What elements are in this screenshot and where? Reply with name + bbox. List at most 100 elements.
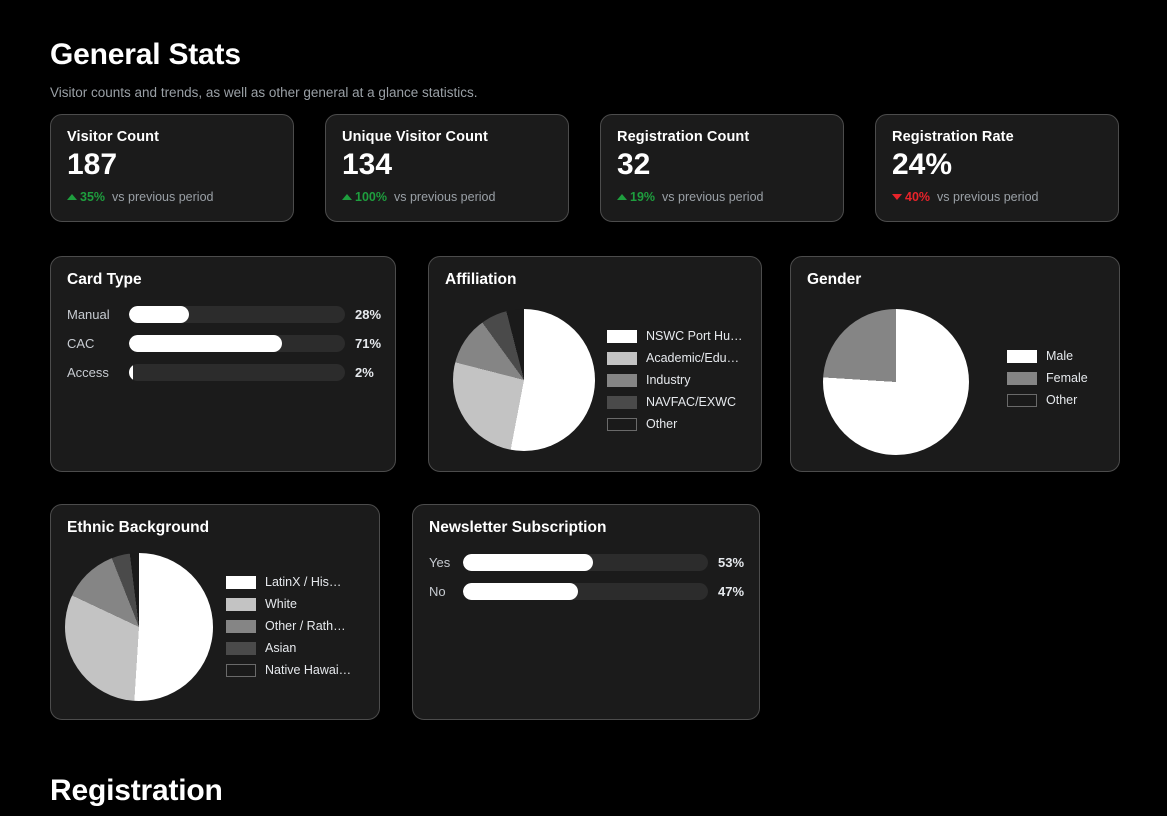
page-subtitle: Visitor counts and trends, as well as ot… bbox=[50, 85, 478, 100]
stat-card-registration-rate[interactable]: Registration Rate 24% 40% vs previous pe… bbox=[875, 114, 1119, 222]
stat-label: Registration Count bbox=[617, 129, 750, 145]
bar-fill bbox=[463, 582, 579, 600]
panel-ethnic-background: Ethnic Background LatinX / His… White Othe… bbox=[50, 504, 380, 720]
bar-value-label: 71% bbox=[355, 335, 382, 351]
legend-label: NSWC Port Hu… bbox=[646, 329, 743, 343]
stat-delta-note: vs previous period bbox=[937, 189, 1039, 204]
legend-swatch-icon bbox=[607, 395, 637, 409]
panel-title: Ethnic Background bbox=[67, 519, 210, 536]
legend-swatch-icon bbox=[1007, 371, 1037, 385]
page-title: General Stats bbox=[50, 38, 241, 71]
legend-label: Academic/Edu… bbox=[646, 351, 740, 365]
bar-fill bbox=[129, 363, 134, 381]
trend-up-icon bbox=[67, 193, 77, 200]
bar-row: Access 2% bbox=[67, 363, 393, 381]
panel-affiliation: Affiliation NSWC Port Hu… Academic/Edu… In… bbox=[428, 256, 762, 472]
bar-value-label: 47% bbox=[718, 583, 745, 599]
panel-title: Newsletter Subscription bbox=[429, 519, 607, 536]
bar-label: Access bbox=[67, 364, 109, 380]
stat-delta: 40% vs previous period bbox=[892, 190, 1102, 204]
stat-delta-percent: 100% bbox=[355, 189, 387, 204]
bar-track bbox=[463, 582, 708, 600]
trend-up-icon bbox=[342, 193, 352, 200]
stat-delta-note: vs previous period bbox=[662, 189, 764, 204]
legend-label: Male bbox=[1046, 349, 1074, 363]
legend-label: Other / Rath… bbox=[265, 619, 346, 633]
panel-card-type: Card Type Manual 28% CAC 71% Access 2% bbox=[50, 256, 396, 472]
legend-label: Industry bbox=[646, 373, 691, 387]
bar-label: No bbox=[429, 583, 446, 599]
legend-swatch-icon bbox=[226, 597, 256, 611]
trend-up-icon bbox=[617, 193, 627, 200]
panel-title: Affiliation bbox=[445, 271, 517, 288]
affiliation-legend: NSWC Port Hu… Academic/Edu… Industry NAVFAC… bbox=[607, 329, 743, 439]
stat-delta: 100% vs previous period bbox=[342, 190, 552, 204]
bar-row: Manual 28% bbox=[67, 305, 393, 323]
legend-item: Male bbox=[1007, 349, 1088, 363]
panel-newsletter-subscription: Newsletter Subscription Yes 53% No 47% bbox=[412, 504, 760, 720]
legend-item: Female bbox=[1007, 371, 1088, 385]
legend-item: Other / Rath… bbox=[226, 619, 351, 633]
legend-item: Native Hawai… bbox=[226, 663, 351, 677]
bar-row: CAC 71% bbox=[67, 334, 393, 352]
dashboard-page: General Stats Visitor counts and trends,… bbox=[0, 0, 1167, 816]
bar-track bbox=[129, 334, 345, 352]
legend-swatch-icon bbox=[1007, 393, 1037, 407]
stat-delta-percent: 40% bbox=[905, 189, 931, 204]
bar-track bbox=[129, 305, 345, 323]
bar-fill bbox=[129, 305, 190, 323]
legend-swatch-icon bbox=[607, 351, 637, 365]
stat-delta-note: vs previous period bbox=[112, 189, 214, 204]
legend-item: White bbox=[226, 597, 351, 611]
newsletter-bar-list: Yes 53% No 47% bbox=[429, 553, 756, 611]
panel-gender: Gender Male Female Other bbox=[790, 256, 1120, 472]
stat-card-visitor-count[interactable]: Visitor Count 187 35% vs previous period bbox=[50, 114, 294, 222]
stat-delta: 35% vs previous period bbox=[67, 190, 277, 204]
bar-row: No 47% bbox=[429, 582, 756, 600]
legend-item: Industry bbox=[607, 373, 743, 387]
legend-item: Other bbox=[1007, 393, 1088, 407]
legend-label: Other bbox=[1046, 393, 1078, 407]
registration-section-title: Registration bbox=[50, 774, 223, 807]
ethnic-background-pie-chart bbox=[65, 553, 213, 701]
legend-item: LatinX / His… bbox=[226, 575, 351, 589]
legend-label: Female bbox=[1046, 371, 1088, 385]
bar-fill bbox=[463, 553, 593, 571]
legend-item: Other bbox=[607, 417, 743, 431]
affiliation-pie-chart bbox=[453, 309, 595, 451]
legend-swatch-icon bbox=[226, 619, 256, 633]
gender-pie-chart bbox=[823, 309, 969, 455]
legend-label: Other bbox=[646, 417, 678, 431]
stat-value: 32 bbox=[617, 148, 651, 181]
bar-value-label: 28% bbox=[355, 306, 382, 322]
bar-fill bbox=[129, 334, 283, 352]
legend-swatch-icon bbox=[226, 575, 256, 589]
legend-item: Asian bbox=[226, 641, 351, 655]
stat-delta-note: vs previous period bbox=[393, 189, 496, 204]
stat-label: Registration Rate bbox=[892, 129, 1014, 145]
gender-legend: Male Female Other bbox=[1007, 349, 1088, 415]
legend-label: Native Hawai… bbox=[265, 663, 352, 677]
legend-swatch-icon bbox=[607, 417, 637, 431]
panel-title: Card Type bbox=[67, 271, 142, 288]
bar-label: Manual bbox=[67, 306, 110, 322]
bar-value-label: 2% bbox=[355, 364, 374, 380]
legend-label: NAVFAC/EXWC bbox=[646, 395, 737, 409]
legend-swatch-icon bbox=[607, 373, 637, 387]
stat-card-registration-count[interactable]: Registration Count 32 19% vs previous pe… bbox=[600, 114, 844, 222]
stat-label: Unique Visitor Count bbox=[342, 129, 488, 145]
legend-swatch-icon bbox=[226, 663, 256, 677]
legend-label: Asian bbox=[265, 641, 297, 655]
legend-item: NAVFAC/EXWC bbox=[607, 395, 743, 409]
card-type-bar-list: Manual 28% CAC 71% Access 2% bbox=[67, 305, 393, 392]
trend-down-icon bbox=[892, 193, 902, 200]
bar-value-label: 53% bbox=[718, 554, 745, 570]
stat-value: 187 bbox=[67, 148, 118, 181]
legend-label: White bbox=[265, 597, 297, 611]
stat-delta: 19% vs previous period bbox=[617, 190, 827, 204]
bar-track bbox=[463, 553, 708, 571]
stat-card-unique-visitor-count[interactable]: Unique Visitor Count 134 100% vs previou… bbox=[325, 114, 569, 222]
stat-label: Visitor Count bbox=[67, 129, 160, 145]
bar-row: Yes 53% bbox=[429, 553, 756, 571]
stat-value: 24% bbox=[892, 148, 953, 181]
